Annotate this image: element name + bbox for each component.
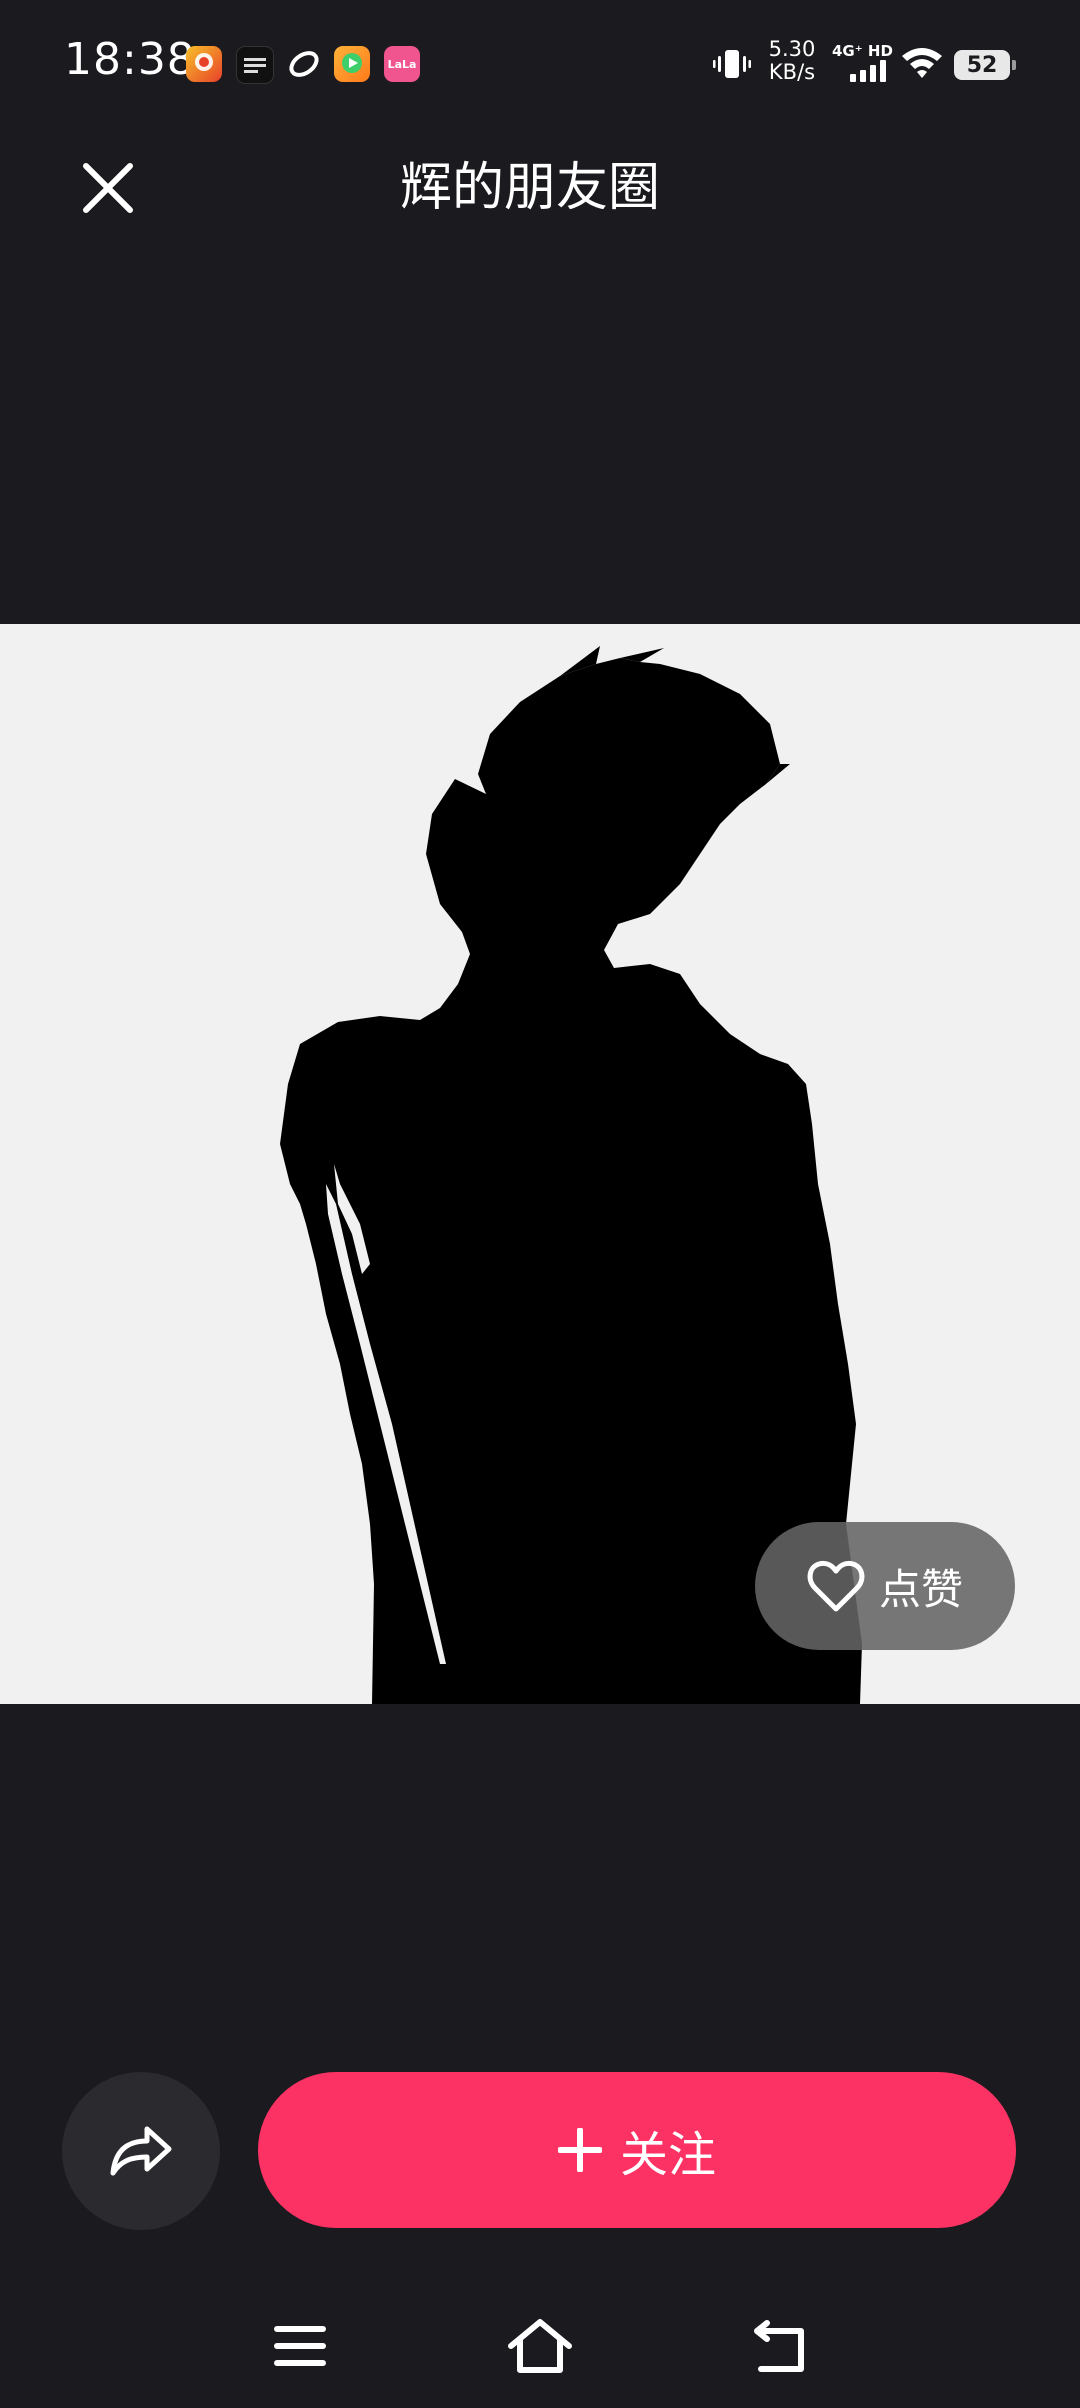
- app-icon-3: [286, 46, 322, 82]
- battery-indicator: 52: [954, 50, 1016, 80]
- app-icon-5: LaLa: [384, 46, 420, 82]
- nav-home-button[interactable]: [500, 2314, 580, 2378]
- signal-type-label: 4G⁺ HD: [832, 42, 893, 60]
- like-button[interactable]: 点赞: [755, 1522, 1015, 1650]
- net-speed-unit: KB/s: [768, 60, 816, 84]
- vibrate-icon: [712, 44, 752, 88]
- post-photo[interactable]: 点赞: [0, 624, 1080, 1704]
- like-label: 点赞: [878, 1564, 963, 1614]
- share-button[interactable]: [62, 2072, 220, 2230]
- app-icon-4: [334, 46, 370, 82]
- nav-menu-button[interactable]: [260, 2314, 340, 2378]
- back-icon: [754, 2320, 804, 2372]
- plus-icon: [557, 2128, 602, 2172]
- follow-label: 关注: [619, 2127, 716, 2183]
- heart-outline-icon: [807, 1560, 865, 1612]
- wifi-icon: [900, 44, 944, 86]
- app-icon-2: [236, 46, 274, 84]
- page-title: 辉的朋友圈: [399, 158, 660, 218]
- app-icon-1: [186, 46, 222, 82]
- follow-button[interactable]: 关注: [258, 2072, 1016, 2228]
- home-icon: [508, 2319, 572, 2373]
- share-arrow-icon: [110, 2126, 172, 2176]
- status-bar: 18:38 LaLa 5.30 KB/s 4G⁺ HD 52: [0, 0, 1080, 130]
- signal-bars-icon: [850, 60, 888, 86]
- nav-back-button[interactable]: [740, 2314, 820, 2378]
- status-time: 18:38: [64, 34, 196, 85]
- net-speed-value: 5.30: [768, 37, 816, 61]
- menu-icon: [274, 2326, 326, 2366]
- net-speed: 5.30 KB/s: [762, 38, 822, 84]
